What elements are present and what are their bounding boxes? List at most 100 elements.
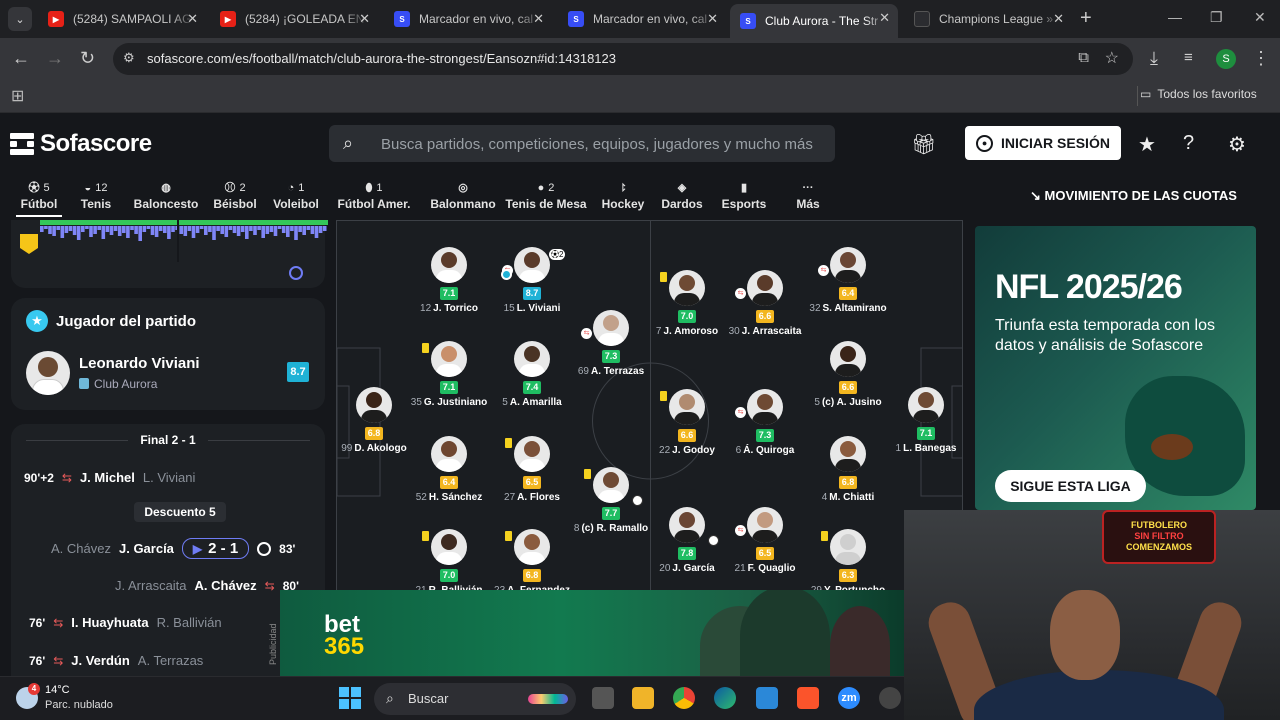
lineup-player[interactable]: 7.0 21 R. Ballivián bbox=[404, 529, 494, 591]
windows-start-icon[interactable] bbox=[339, 687, 361, 709]
sport-tab-10[interactable]: ▮ Esports bbox=[712, 180, 776, 211]
new-tab-icon[interactable]: + bbox=[1080, 8, 1092, 28]
event-row[interactable]: 90'+2 ⇆ J. Michel L. Viviani bbox=[24, 470, 195, 485]
lineup-player[interactable]: 6.6 30 J. Arrascaita ⇆ bbox=[720, 270, 810, 337]
close-window-icon[interactable]: ✕ bbox=[1254, 9, 1266, 26]
bookmark-star-icon[interactable]: ☆ bbox=[1105, 48, 1119, 68]
lineup-player[interactable]: 7.3 6 Á. Quiroga ⇆ bbox=[720, 389, 810, 456]
lineup-player[interactable]: 8.715L. Viviani⇆⚽︎2 bbox=[487, 247, 577, 314]
sport-tab-4[interactable]: ◔ 1 Voleibol bbox=[266, 180, 326, 211]
tab-search-icon[interactable]: ⌄ bbox=[8, 7, 32, 31]
close-tab-icon[interactable]: ✕ bbox=[359, 11, 370, 27]
zoom-icon[interactable]: zm bbox=[838, 687, 860, 709]
favorites-star-icon[interactable]: ★ bbox=[1138, 132, 1156, 157]
settings-gear-icon[interactable]: ⚙ bbox=[1228, 132, 1246, 157]
browser-tab[interactable]: Champions League » ✕ bbox=[904, 5, 1072, 33]
follow-league-button[interactable]: SIGUE ESTA LIGA bbox=[995, 470, 1146, 502]
sport-tab-3[interactable]: ⚾︎ 2 Béisbol bbox=[206, 180, 264, 211]
browser-tab[interactable]: S Marcador en vivo, cal ✕ bbox=[384, 5, 552, 33]
lineup-player[interactable]: 6.6 5 (c) A. Jusino bbox=[803, 341, 893, 408]
restore-icon[interactable]: ❐ bbox=[1210, 9, 1223, 26]
browser-tab[interactable]: ▶ (5284) SAMPAOLI AG ✕ bbox=[38, 5, 206, 33]
sport-tab-5[interactable]: ⬮ 1 Fútbol Amer. bbox=[330, 180, 418, 211]
lineup-player[interactable]: 6.4 52 H. Sánchez bbox=[404, 436, 494, 503]
sport-label: Baloncesto bbox=[133, 197, 199, 211]
lineup-player[interactable]: 7.8 20 J. García bbox=[642, 507, 732, 574]
sport-tab-2[interactable]: ◍ Baloncesto bbox=[126, 180, 206, 211]
back-icon[interactable]: ← bbox=[12, 48, 30, 68]
sport-count: 5 bbox=[43, 182, 50, 194]
help-icon[interactable]: ? bbox=[1183, 132, 1194, 155]
sport-tab-1[interactable]: ◒ 12 Tenis bbox=[70, 180, 122, 211]
close-tab-icon[interactable]: ✕ bbox=[707, 11, 718, 27]
lineup-player[interactable]: 6.6 22 J. Godoy bbox=[642, 389, 732, 456]
address-bar[interactable]: ⚙ sofascore.com/es/football/match/club-a… bbox=[113, 43, 1133, 75]
lineup-player[interactable]: 6.8 23 A. Fernandez bbox=[487, 529, 577, 591]
player-of-match-card[interactable]: ★ Jugador del partido Leonardo Viviani C… bbox=[11, 298, 325, 410]
taskbar-search[interactable]: ⌕ Buscar bbox=[374, 683, 576, 715]
lineup-player[interactable]: 7.0 7 J. Amoroso bbox=[642, 270, 732, 337]
event-row[interactable]: A. Chávez J. García ▶ 2 - 1 83' bbox=[51, 538, 295, 559]
weather-widget[interactable]: 4 14°C Parc. nublado bbox=[16, 683, 113, 713]
lineup-player[interactable]: 6.4 32 S. Altamirano ⇆ bbox=[803, 247, 893, 314]
media-control-icon[interactable]: ≡ bbox=[1184, 48, 1193, 68]
goal-scorer: J. García bbox=[118, 541, 174, 556]
close-tab-icon[interactable]: ✕ bbox=[187, 11, 198, 27]
task-view-icon[interactable] bbox=[592, 687, 614, 709]
event-row[interactable]: J. Arrascaita A. Chávez ⇆ 80' bbox=[115, 578, 299, 593]
close-tab-icon[interactable]: ✕ bbox=[879, 10, 890, 26]
lineup-player[interactable]: 6.5 21 F. Quaglio ⇆ bbox=[720, 507, 810, 574]
bet365-ad-banner[interactable]: bet 365 bbox=[280, 590, 904, 676]
sport-tab-9[interactable]: ◈ Dardos bbox=[654, 180, 710, 211]
site-info-icon[interactable]: ⚙ bbox=[123, 50, 135, 66]
period-marker-icon[interactable] bbox=[289, 266, 303, 280]
nfl-ad-banner[interactable]: NFL 2025/26 Triunfa esta temporada con l… bbox=[975, 226, 1256, 510]
lineup-player[interactable]: 6.3 29 Y. Portuncho bbox=[803, 529, 893, 591]
edge-icon[interactable] bbox=[714, 687, 736, 709]
browser-tab[interactable]: S Club Aurora - The Str ✕ bbox=[730, 4, 898, 38]
score-pill[interactable]: ▶ 2 - 1 bbox=[181, 538, 250, 559]
lineup-player[interactable]: 6.8 4 M. Chiatti bbox=[803, 436, 893, 503]
lineup-player[interactable]: 7.1 12 J. Torrico bbox=[404, 247, 494, 314]
lineup-player[interactable]: 7.4 5 A. Amarilla bbox=[487, 341, 577, 408]
chrome-icon[interactable] bbox=[673, 687, 695, 709]
sport-tab-6[interactable]: ◎ Balonmano bbox=[418, 180, 508, 211]
lineup-player[interactable]: 7.1 1 L. Banegas bbox=[881, 387, 962, 454]
brave-icon[interactable] bbox=[797, 687, 819, 709]
close-tab-icon[interactable]: ✕ bbox=[533, 11, 544, 27]
lineup-player[interactable]: 7.1 35 G. Justiniano bbox=[404, 341, 494, 408]
store-icon[interactable] bbox=[756, 687, 778, 709]
player-number: 21 bbox=[734, 563, 746, 574]
site-search-input[interactable]: ⌕ Busca partidos, competiciones, equipos… bbox=[329, 125, 835, 162]
player-photo bbox=[593, 467, 629, 503]
browser-tab[interactable]: S Marcador en vivo, cal ✕ bbox=[558, 5, 726, 33]
gift-icon[interactable]: 🎁︎ bbox=[911, 132, 936, 157]
close-tab-icon[interactable]: ✕ bbox=[1053, 11, 1064, 27]
sport-tab-8[interactable]: ⥏ Hockey bbox=[594, 180, 652, 211]
sofascore-logo[interactable]: Sofascore bbox=[10, 130, 152, 158]
event-row[interactable]: 76' ⇆ J. Verdún A. Terrazas bbox=[29, 653, 203, 668]
apps-grid-icon[interactable]: ⊞ bbox=[11, 86, 24, 106]
sport-tab-0[interactable]: ⚽︎ 5 Fútbol bbox=[16, 180, 62, 217]
odds-movement-link[interactable]: ↘ MOVIMIENTO DE LAS CUOTAS bbox=[1030, 188, 1237, 204]
player-photo bbox=[747, 270, 783, 306]
install-app-icon[interactable]: ⧉ bbox=[1078, 49, 1089, 66]
url-text[interactable]: sofascore.com/es/football/match/club-aur… bbox=[147, 51, 616, 66]
browser-menu-icon[interactable]: ⋮ bbox=[1252, 48, 1270, 68]
sport-tab-11[interactable]: ··· Más bbox=[784, 180, 832, 211]
event-row[interactable]: 76' ⇆ I. Huayhuata R. Ballivián bbox=[29, 615, 222, 630]
sport-tab-7[interactable]: ● 2 Tenis de Mesa bbox=[500, 180, 592, 211]
football-icon: ⚽︎ bbox=[28, 182, 40, 194]
file-explorer-icon[interactable] bbox=[632, 687, 654, 709]
forward-icon[interactable]: → bbox=[46, 48, 64, 68]
obs-icon[interactable] bbox=[879, 687, 901, 709]
login-button[interactable]: ● INICIAR SESIÓN bbox=[965, 126, 1121, 160]
browser-tab[interactable]: ▶ (5284) ¡GOLEADA EN ✕ bbox=[210, 5, 378, 33]
momentum-bar bbox=[126, 226, 130, 238]
downloads-icon[interactable]: ⤓ bbox=[1150, 48, 1158, 68]
all-bookmarks-folder[interactable]: ▭ Todos los favoritos bbox=[1140, 87, 1257, 101]
lineup-player[interactable]: 6.5 27 A. Flores bbox=[487, 436, 577, 503]
minimize-icon[interactable]: — bbox=[1168, 9, 1182, 25]
profile-avatar[interactable]: S bbox=[1216, 49, 1236, 69]
reload-icon[interactable]: ↻ bbox=[80, 48, 95, 68]
